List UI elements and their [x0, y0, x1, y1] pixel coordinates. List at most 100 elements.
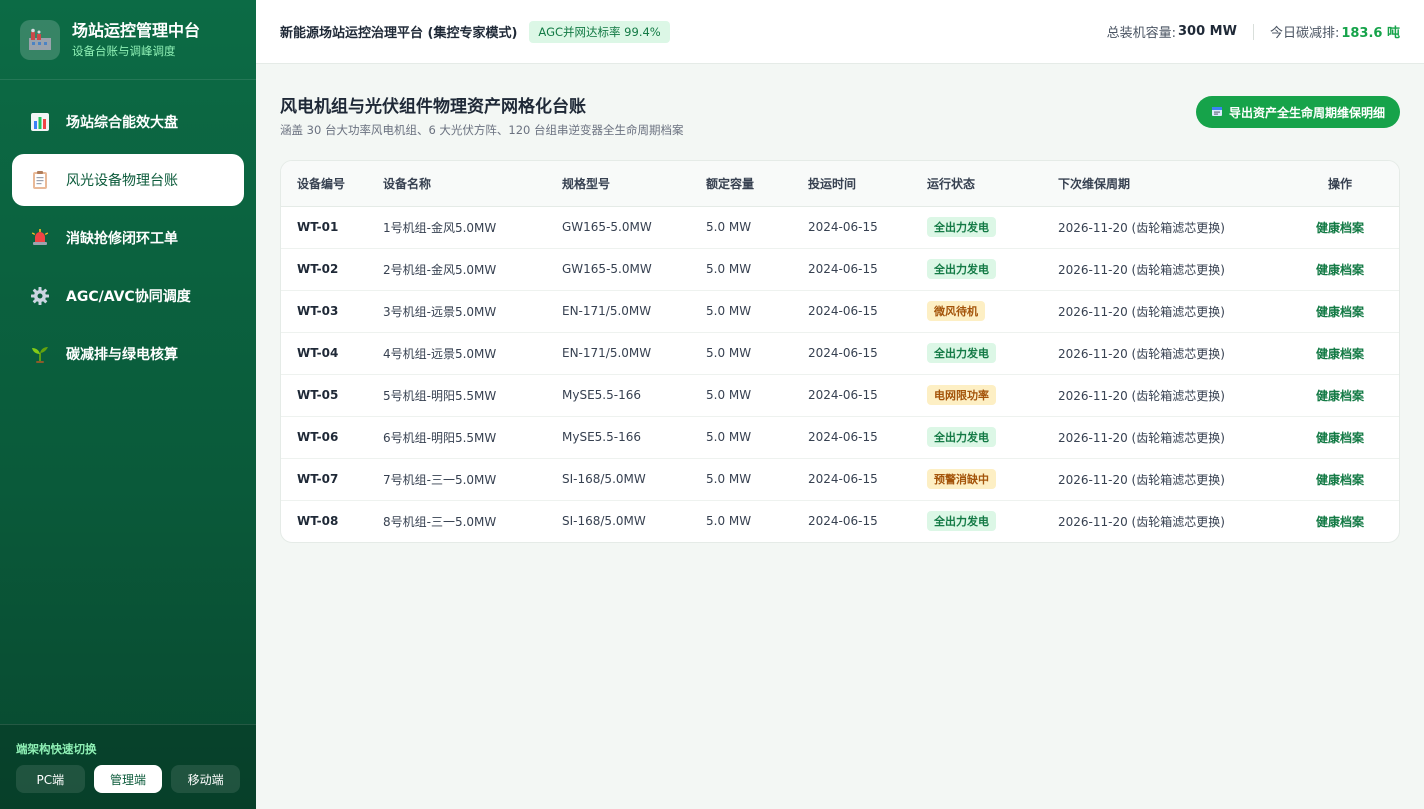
column-header-id[interactable]: 设备编号 — [281, 161, 383, 207]
nav-item-work-orders[interactable]: 消缺抢修闭环工单 — [12, 212, 244, 264]
cell-commission-date: 2024-06-15 — [808, 416, 927, 459]
switch-mobile-button[interactable]: 移动端 — [171, 765, 241, 793]
status-badge: 全出力发电 — [927, 427, 996, 447]
capacity-label: 总装机容量: — [1106, 26, 1176, 41]
brand-title: 场站运控管理中台 — [72, 20, 201, 40]
health-record-link[interactable]: 健康档案 — [1316, 263, 1364, 277]
cell-maintenance: 2026-11-20 (齿轮箱滤芯更换) — [1058, 416, 1281, 459]
status-badge: 电网限功率 — [927, 385, 996, 405]
cell-model: GW165-5.0MW — [562, 248, 706, 291]
cell-capacity: 5.0 MW — [706, 514, 752, 529]
main-content: 风电机组与光伏组件物理资产网格化台账 涵盖 30 台大功率风电机组、6 大光伏方… — [256, 64, 1424, 809]
cell-device-id: WT-01 — [281, 206, 383, 249]
switch-admin-button[interactable]: 管理端 — [93, 765, 163, 793]
cell-maintenance: 2026-11-20 (齿轮箱滤芯更换) — [1058, 374, 1281, 417]
cell-device-name: 1号机组-金风5.0MW — [383, 206, 562, 249]
cell-actions: 健康档案 — [1281, 374, 1399, 417]
nav-item-label: 场站综合能效大盘 — [66, 115, 178, 131]
column-header-capacity[interactable]: 额定容量 — [706, 161, 808, 207]
health-record-link[interactable]: 健康档案 — [1316, 305, 1364, 319]
table-row: WT-02 2号机组-金风5.0MW GW165-5.0MW 5.0 MW 2024-0… — [281, 248, 1399, 291]
table-row: WT-07 7号机组-三一5.0MW SI-168/5.0MW 5.0 MW 2024-… — [281, 458, 1399, 501]
cell-capacity: 5.0 MW — [706, 332, 808, 375]
top-header: 新能源场站运控治理平台 (集控专家模式) AGC并网达标率 99.4% 总装机容… — [256, 0, 1424, 64]
cell-device-id: WT-03 — [281, 290, 383, 333]
column-header-name[interactable]: 设备名称 — [383, 161, 562, 207]
nav-item-label: AGC/AVC协同调度 — [66, 289, 191, 305]
cell-device-id: WT-06 — [281, 416, 383, 459]
carbon-value: 183.6 吨 — [1341, 26, 1400, 41]
cell-status: 全出力发电 — [927, 416, 1058, 459]
cell-maintenance: 2026-11-20 (齿轮箱滤芯更换) — [1058, 458, 1281, 501]
cell-status: 全出力发电 — [927, 332, 1058, 375]
health-record-link[interactable]: 健康档案 — [1316, 389, 1364, 403]
clipboard-icon — [30, 170, 50, 190]
cell-device-id: WT-08 — [297, 514, 339, 529]
cell-commission-date: 2024-06-15 — [808, 206, 927, 249]
export-button-label: 导出资产全生命周期维保明细 — [1228, 105, 1385, 120]
column-header-maintenance[interactable]: 下次维保周期 — [1058, 161, 1281, 207]
cell-status: 微风待机 — [927, 290, 1058, 333]
gear-icon — [30, 286, 50, 306]
table-row: WT-06 6号机组-明阳5.5MW MySE5.5-166 5.0 MW 2024-0… — [281, 416, 1399, 459]
architecture-switcher: 端架构快速切换 PC端 管理端 移动端 — [0, 724, 256, 809]
cell-maintenance: 2026-11-20 (齿轮箱滤芯更换) — [1058, 290, 1281, 333]
cell-status: 全出力发电 — [927, 206, 1058, 249]
cell-device-id: WT-07 — [281, 458, 383, 501]
seedling-icon — [30, 344, 50, 364]
cell-device-name: 8号机组-三一5.0MW — [383, 514, 497, 529]
health-record-link[interactable]: 健康档案 — [1316, 347, 1364, 361]
cell-device-name: 5号机组-明阳5.5MW — [383, 374, 562, 417]
cell-capacity: 5.0 MW — [706, 206, 808, 249]
column-header-model[interactable]: 规格型号 — [562, 161, 706, 207]
health-record-link[interactable]: 健康档案 — [1316, 473, 1364, 487]
status-badge: 全出力发电 — [927, 259, 996, 279]
nav-item-label: 碳减排与绿电核算 — [66, 347, 178, 363]
table-row: WT-04 4号机组-远景5.0MW EN-171/5.0MW 5.0 MW 2024-… — [281, 332, 1399, 375]
switch-pc-button[interactable]: PC端 — [16, 765, 85, 793]
cell-actions: 健康档案 — [1281, 332, 1399, 375]
capacity-value: 300 MW — [1178, 24, 1237, 39]
asset-ledger-table-card: 设备编号 设备名称 规格型号 额定容量 投运时间 运行状态 下次维保周期 操作 … — [280, 160, 1400, 543]
cell-commission-date: 2024-06-15 — [808, 332, 927, 375]
nav-item-label: 消缺抢修闭环工单 — [66, 231, 178, 247]
cell-maintenance: 2026-11-20 (齿轮箱滤芯更换) — [1058, 514, 1225, 529]
export-button[interactable]: 导出资产全生命周期维保明细 — [1195, 96, 1400, 128]
nav-item-dashboard[interactable]: 场站综合能效大盘 — [12, 96, 244, 148]
cell-capacity: 5.0 MW — [706, 458, 808, 501]
cell-capacity: 5.0 MW — [706, 248, 808, 291]
health-record-link[interactable]: 健康档案 — [1316, 431, 1364, 445]
switcher-title: 端架构快速切换 — [16, 742, 97, 756]
health-record-link[interactable]: 健康档案 — [1316, 515, 1364, 529]
asset-table: 设备编号 设备名称 规格型号 额定容量 投运时间 运行状态 下次维保周期 操作 … — [281, 161, 1399, 542]
status-badge: 全出力发电 — [927, 343, 996, 363]
cell-commission-date: 2024-06-15 — [808, 290, 927, 333]
cell-device-name: 4号机组-远景5.0MW — [383, 332, 562, 375]
factory-icon — [20, 19, 60, 60]
sidebar: 场站运控管理中台 设备台账与调峰调度 场站综合能效大盘 风光设备物理台账 消缺抢… — [0, 0, 256, 809]
status-badge: 全出力发电 — [927, 217, 996, 237]
cell-model: SI-168/5.0MW — [562, 458, 706, 501]
column-header-status[interactable]: 运行状态 — [927, 161, 1058, 207]
cell-actions: 健康档案 — [1281, 206, 1399, 249]
cell-actions: 健康档案 — [1281, 290, 1399, 333]
cell-model: SI-168/5.0MW — [562, 514, 646, 529]
cell-device-name: 2号机组-金风5.0MW — [383, 248, 562, 291]
brand: 场站运控管理中台 设备台账与调峰调度 — [0, 0, 256, 80]
cell-status: 全出力发电 — [927, 500, 1058, 542]
nav-item-asset-ledger[interactable]: 风光设备物理台账 — [12, 154, 244, 206]
table-header-row: 设备编号 设备名称 规格型号 额定容量 投运时间 运行状态 下次维保周期 操作 — [281, 161, 1399, 207]
column-header-actions: 操作 — [1281, 161, 1399, 207]
nav-item-agc-avc[interactable]: AGC/AVC协同调度 — [12, 270, 244, 322]
nav-item-carbon[interactable]: 碳减排与绿电核算 — [12, 328, 244, 380]
column-header-commission-date[interactable]: 投运时间 — [808, 161, 927, 207]
health-record-link[interactable]: 健康档案 — [1316, 221, 1364, 235]
cell-maintenance: 2026-11-20 (齿轮箱滤芯更换) — [1058, 248, 1281, 291]
cell-maintenance: 2026-11-20 (齿轮箱滤芯更换) — [1058, 206, 1281, 249]
carbon-label: 今日碳减排: — [1269, 26, 1340, 41]
cell-model: EN-171/5.0MW — [562, 290, 706, 333]
table-row: WT-08 8号机组-三一5.0MW SI-168/5.0MW 5.0 MW 2024-… — [281, 500, 1399, 542]
cell-model: MySE5.5-166 — [562, 374, 706, 417]
table-body: WT-01 1号机组-金风5.0MW GW165-5.0MW 5.0 MW 2024-0… — [281, 206, 1399, 542]
cell-actions: 健康档案 — [1281, 248, 1399, 291]
